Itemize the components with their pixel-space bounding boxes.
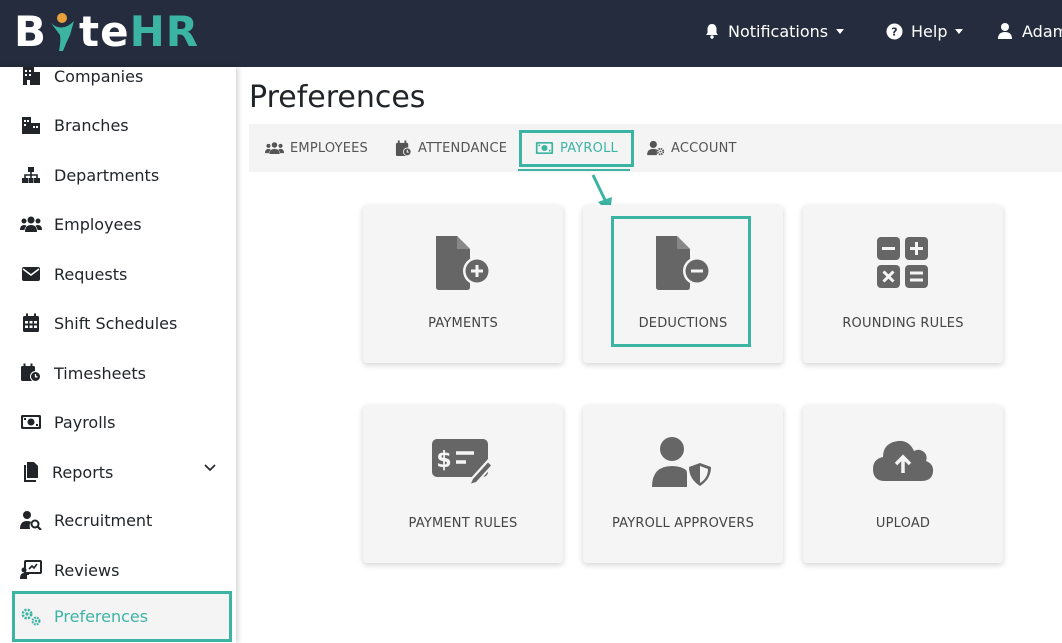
- sidebar-item-label: Branches: [54, 115, 129, 135]
- presentation-icon: [20, 559, 42, 581]
- tab-payroll-highlight: [519, 130, 634, 167]
- user-menu[interactable]: Adam: [996, 18, 1062, 44]
- user-name: Adam: [1022, 21, 1062, 41]
- file-icon: [20, 461, 42, 483]
- logo-figure-icon: [48, 9, 78, 53]
- sidebar-item-departments[interactable]: Departments: [0, 155, 236, 195]
- chevron-down-icon[interactable]: [204, 464, 216, 472]
- card-payments[interactable]: PAYMENTS: [363, 205, 563, 363]
- card-deductions-highlight: [611, 216, 751, 347]
- sidebar-item-label: Companies: [54, 67, 144, 86]
- sidebar-item-recruitment[interactable]: Recruitment: [0, 500, 236, 540]
- sidebar-item-reviews[interactable]: Reviews: [0, 550, 236, 590]
- card-label: UPLOAD: [875, 516, 931, 531]
- users-icon: [20, 213, 42, 235]
- city-icon: [20, 114, 42, 136]
- svg-text:?: ?: [891, 25, 897, 38]
- users-icon: [265, 142, 284, 155]
- card-label: ROUNDING RULES: [842, 316, 964, 331]
- calculator-icon: [877, 237, 928, 288]
- caret-down-icon: [955, 28, 964, 34]
- notifications-menu[interactable]: Notifications: [704, 18, 845, 44]
- sidebar-item-companies[interactable]: Companies: [0, 67, 236, 96]
- tab-attendance[interactable]: ATTENDANCE: [395, 124, 507, 172]
- help-menu[interactable]: ? Help: [886, 18, 964, 44]
- cloud-upload-icon: [873, 440, 934, 481]
- sidebar-item-timesheets[interactable]: Timesheets: [0, 353, 236, 393]
- svg-text:$: $: [436, 448, 451, 473]
- logo-text-hr: HR: [129, 6, 200, 56]
- tab-label: ACCOUNT: [671, 140, 737, 156]
- page-title: Preferences: [249, 80, 426, 115]
- calendar-clock-icon: [20, 362, 42, 384]
- card-label: PAYMENT RULES: [408, 516, 518, 531]
- sidebar-item-label: Timesheets: [54, 363, 146, 383]
- sidebar-item-label: Preferences: [54, 607, 149, 626]
- money-check-pen-icon: $: [432, 439, 494, 487]
- sidebar-item-label: Payrolls: [54, 412, 116, 432]
- preferences-tabs: EMPLOYEES ATTENDANCE PAYROLL ACCOUNT: [249, 124, 1062, 172]
- question-circle-icon: ?: [886, 23, 903, 39]
- calendar-check-icon: [395, 139, 412, 156]
- app-logo[interactable]: B te HR: [14, 6, 200, 56]
- calendar-icon: [20, 312, 42, 334]
- sidebar-item-label: Employees: [54, 214, 142, 234]
- sidebar-item-preferences[interactable]: Preferences: [12, 591, 232, 642]
- file-plus-icon: [436, 236, 491, 290]
- tab-label: EMPLOYEES: [290, 140, 368, 156]
- card-rounding-rules[interactable]: ROUNDING RULES: [803, 205, 1003, 363]
- card-label: PAYROLL APPROVERS: [611, 516, 755, 531]
- sidebar-item-employees[interactable]: Employees: [0, 204, 236, 244]
- card-payment-rules[interactable]: $ PAYMENT RULES: [363, 405, 563, 563]
- sidebar-item-label: Shift Schedules: [54, 313, 178, 333]
- envelope-icon: [20, 263, 42, 285]
- user-search-icon: [20, 509, 42, 531]
- gears-icon: [20, 606, 42, 628]
- sidebar-item-reports[interactable]: Reports: [0, 452, 236, 492]
- logo-text-b: B: [14, 6, 48, 56]
- sidebar-item-label: Recruitment: [54, 510, 153, 530]
- tab-label: ATTENDANCE: [418, 140, 508, 156]
- bell-icon: [706, 24, 718, 39]
- help-label: Help: [911, 21, 948, 41]
- card-upload[interactable]: UPLOAD: [803, 405, 1003, 563]
- sidebar-item-requests[interactable]: Requests: [0, 254, 236, 294]
- building-icon: [20, 67, 42, 87]
- tab-account[interactable]: ACCOUNT: [647, 124, 737, 172]
- user-shield-icon: [652, 437, 714, 489]
- sidebar-item-label: Reports: [52, 462, 114, 482]
- logo-text-te: te: [79, 6, 130, 56]
- sidebar-item-label: Reviews: [54, 560, 120, 580]
- user-gear-icon: [647, 140, 665, 156]
- caret-down-icon: [836, 28, 845, 34]
- notifications-label: Notifications: [728, 21, 829, 41]
- active-tab-underline: [518, 169, 630, 171]
- sidebar-item-payrolls[interactable]: Payrolls: [0, 402, 236, 442]
- sidebar: Companies Branches Departments Employees…: [0, 67, 236, 643]
- sidebar-item-label: Requests: [54, 264, 128, 284]
- card-payroll-approvers[interactable]: PAYROLL APPROVERS: [583, 405, 783, 563]
- user-icon: [998, 23, 1012, 39]
- sidebar-item-branches[interactable]: Branches: [0, 105, 236, 145]
- tab-employees[interactable]: EMPLOYEES: [265, 124, 368, 172]
- sidebar-item-label: Departments: [54, 165, 160, 185]
- sidebar-item-shift-schedules[interactable]: Shift Schedules: [0, 303, 236, 343]
- money-icon: [20, 411, 42, 433]
- sitemap-icon: [20, 164, 42, 186]
- top-navbar: B te HR Notifications ? Help Adam: [0, 0, 1062, 67]
- card-label: PAYMENTS: [428, 316, 498, 331]
